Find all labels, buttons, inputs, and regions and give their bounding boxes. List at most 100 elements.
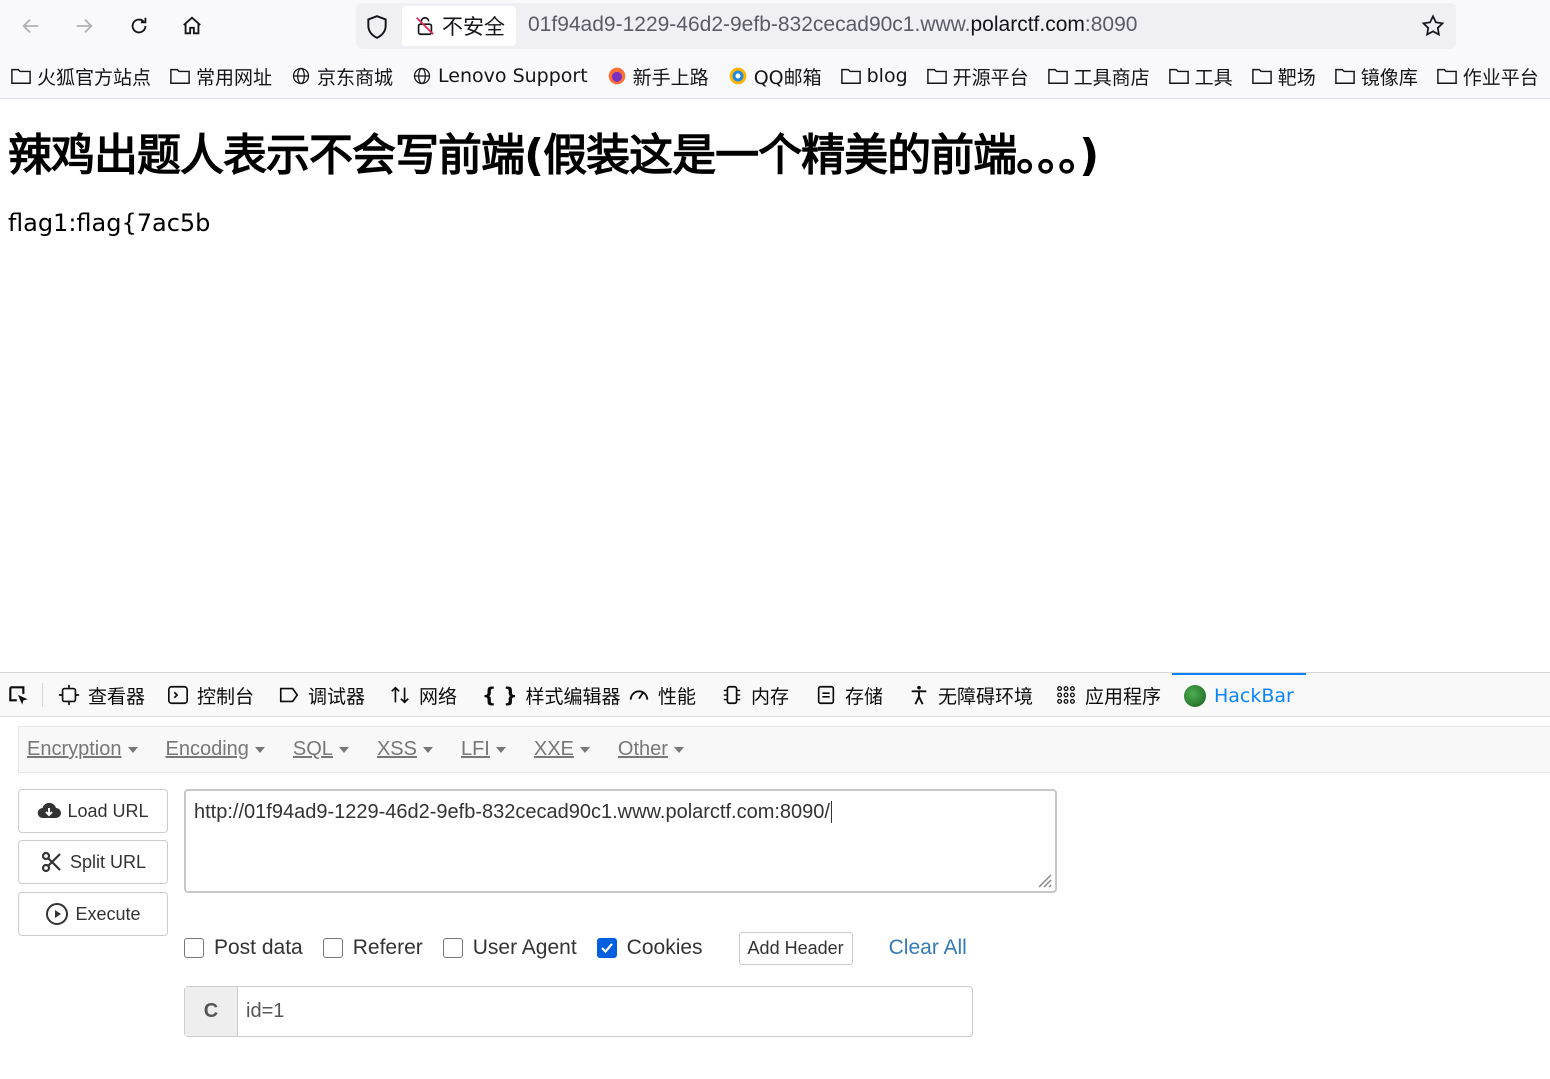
folder-icon [926, 68, 947, 84]
shield-icon[interactable] [364, 14, 390, 40]
bookmark-item[interactable]: 作业平台 [1436, 63, 1539, 90]
tab-memory[interactable]: 内存 [721, 673, 789, 717]
arrow-right-icon [76, 18, 93, 34]
load-url-button[interactable]: Load URL [18, 789, 168, 833]
bookmark-label: 开源平台 [952, 66, 1029, 89]
cookies-checkbox[interactable] [596, 938, 617, 958]
bookmark-label: 常用网址 [196, 66, 273, 89]
bookmark-item[interactable]: 火狐官方站点 [10, 63, 151, 90]
flag-text: flag1:flag{7ac5b [8, 209, 211, 237]
menu-lfi[interactable]: LFI [461, 738, 506, 761]
menu-label: Encoding [165, 738, 249, 760]
post-data-option[interactable]: Post data [184, 936, 303, 960]
bookmark-item[interactable]: 新手上路 [606, 63, 709, 90]
button-label: Split URL [69, 851, 147, 872]
url-textarea[interactable]: http://01f94ad9-1229-46d2-9efb-832cecad9… [184, 789, 1057, 893]
tab-accessibility[interactable]: 无障碍环境 [908, 673, 1033, 717]
add-header-button[interactable]: Add Header [738, 931, 853, 965]
option-label: Referer [352, 936, 423, 959]
tab-performance[interactable]: 性能 [628, 673, 696, 717]
url-text[interactable]: 01f94ad9-1229-46d2-9efb-832cecad90c1.www… [528, 13, 1137, 37]
tab-hackbar[interactable]: HackBar [1172, 673, 1306, 717]
insecure-indicator[interactable]: 不安全 [402, 6, 516, 46]
user-agent-checkbox[interactable] [442, 938, 463, 958]
devtools-tabbar: 查看器 控制台 调试器 网络 { } 样式编辑器 性能 内存 存储 无障碍环境 … [0, 673, 1550, 717]
tab-label: 存储 [845, 685, 884, 708]
folder-icon [1436, 68, 1457, 84]
page-title: 辣鸡出题人表示不会写前端(假装这是一个精美的前端。。。) [8, 130, 1099, 181]
url-bar[interactable]: 不安全 01f94ad9-1229-46d2-9efb-832cecad90c1… [356, 3, 1456, 49]
bookmark-label: blog [866, 65, 908, 87]
text-cursor [830, 801, 832, 823]
bookmark-label: 京东商城 [317, 66, 394, 89]
arrow-left-icon [22, 18, 39, 34]
tab-label: 内存 [751, 685, 790, 708]
bookmark-label: 工具 [1194, 66, 1233, 89]
bookmark-label: Lenovo Support [438, 65, 588, 87]
insecure-lock-icon [416, 16, 434, 36]
execute-button[interactable]: Execute [18, 892, 168, 936]
firefox-icon [608, 67, 626, 85]
tab-inspector[interactable]: 查看器 [58, 673, 145, 717]
bookmark-item[interactable]: 京东商城 [290, 63, 393, 90]
bookmark-item[interactable]: 工具 [1168, 63, 1233, 90]
bookmark-item[interactable]: blog [840, 65, 908, 87]
element-picker-icon[interactable] [6, 683, 32, 709]
menu-encryption[interactable]: Encryption [27, 738, 138, 761]
menu-other[interactable]: Other [618, 738, 684, 761]
bookmark-star-icon[interactable] [1420, 13, 1446, 39]
gauge-icon [629, 690, 649, 700]
bookmark-item[interactable]: QQ邮箱 [727, 63, 822, 90]
menu-xxe[interactable]: XXE [534, 738, 590, 761]
tab-debugger[interactable]: 调试器 [278, 673, 365, 717]
tab-console[interactable]: 控制台 [167, 673, 254, 717]
bookmark-label: 靶场 [1277, 66, 1316, 89]
cloud-download-icon [38, 802, 62, 819]
hackbar-menu: Encryption Encoding SQL XSS LFI XXE Othe… [18, 726, 1550, 773]
referer-checkbox[interactable] [322, 938, 343, 958]
tab-application[interactable]: 应用程序 [1055, 673, 1161, 717]
reload-button[interactable] [121, 8, 157, 44]
menu-label: SQL [292, 738, 333, 760]
back-button[interactable] [13, 8, 49, 44]
bookmarks-bar: 火狐官方站点 常用网址 京东商城 Lenovo Support 新手上路 QQ邮… [0, 54, 1550, 99]
folder-icon [840, 68, 861, 84]
play-circle-icon [46, 903, 69, 925]
menu-encoding[interactable]: Encoding [166, 738, 265, 761]
menu-sql[interactable]: SQL [293, 738, 349, 761]
cookie-input[interactable]: id=1 [238, 987, 972, 1036]
menu-xss[interactable]: XSS [377, 738, 433, 761]
bookmark-item[interactable]: 靶场 [1251, 63, 1316, 90]
bookmark-item[interactable]: 开源平台 [926, 63, 1029, 90]
menu-label: Encryption [27, 738, 122, 760]
split-url-button[interactable]: Split URL [18, 840, 168, 884]
scissors-icon [41, 851, 61, 873]
forward-button[interactable] [66, 8, 102, 44]
option-label: User Agent [472, 936, 577, 959]
url-port: :8090 [1084, 13, 1138, 36]
user-agent-option[interactable]: User Agent [442, 936, 577, 960]
devtools-panel: 查看器 控制台 调试器 网络 { } 样式编辑器 性能 内存 存储 无障碍环境 … [0, 672, 1550, 1079]
tab-style-editor[interactable]: { } 样式编辑器 [482, 673, 620, 717]
cookies-option[interactable]: Cookies [596, 936, 703, 960]
resize-handle-icon[interactable] [1033, 869, 1053, 889]
url-value: http://01f94ad9-1229-46d2-9efb-832cecad9… [194, 801, 830, 823]
post-data-checkbox[interactable] [184, 938, 204, 958]
bookmark-item[interactable]: 镜像库 [1334, 63, 1418, 90]
bookmark-item[interactable]: 常用网址 [169, 63, 272, 90]
tab-network[interactable]: 网络 [389, 673, 457, 717]
folder-icon [11, 68, 31, 84]
cookie-addon-label: C [185, 987, 238, 1036]
home-button[interactable] [174, 8, 210, 44]
folder-icon [1168, 68, 1189, 84]
referer-option[interactable]: Referer [322, 936, 423, 960]
bookmark-item[interactable]: Lenovo Support [411, 65, 588, 87]
caret-down-icon [338, 746, 349, 753]
caret-down-icon [673, 746, 684, 753]
bookmark-label: 作业平台 [1462, 66, 1539, 89]
bookmark-item[interactable]: 工具商店 [1047, 63, 1150, 90]
bookmark-label: 火狐官方站点 [37, 66, 152, 89]
clear-all-link[interactable]: Clear All [889, 936, 967, 960]
tab-storage[interactable]: 存储 [815, 673, 883, 717]
folder-icon [1251, 68, 1272, 84]
